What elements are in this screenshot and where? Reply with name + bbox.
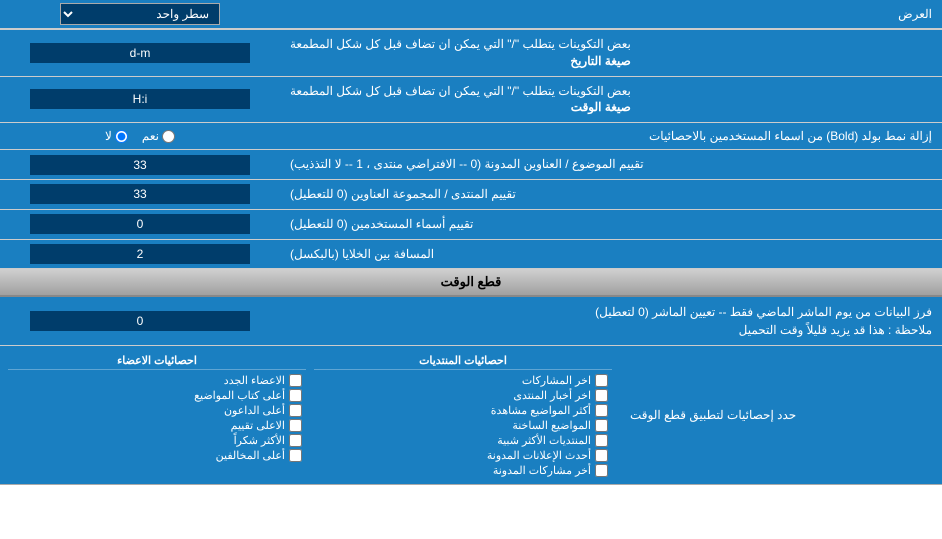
time-cutoff-row: فرز البيانات من يوم الماشر الماضي فقط --… — [0, 297, 942, 346]
time-cutoff-input[interactable] — [30, 311, 250, 331]
time-cutoff-section-header: قطع الوقت — [0, 269, 942, 297]
stats-apply-label: حدد إحصائيات لتطبيق قطع الوقت — [620, 346, 942, 484]
bold-remove-no-radio[interactable] — [115, 130, 128, 143]
stats-members-checkbox-4[interactable] — [289, 434, 302, 447]
cell-spacing-row: المسافة بين الخلايا (بالبكسل) — [0, 240, 942, 270]
stats-posts-checkbox-2[interactable] — [595, 404, 608, 417]
stats-members-label-4[interactable]: الأكثر شكراً — [234, 434, 285, 447]
display-label: العرض — [280, 2, 942, 26]
stats-grid-container: احصائيات المنتديات اخر المشاركات اخر أخب… — [0, 346, 620, 484]
stats-posts-label-1[interactable]: اخر أخبار المنتدى — [513, 389, 591, 402]
stats-section-row: حدد إحصائيات لتطبيق قطع الوقت احصائيات ا… — [0, 346, 942, 485]
display-header-row: العرض سطر واحدسطرانثلاثة أسطر — [0, 0, 942, 30]
stats-posts-checkbox-0[interactable] — [595, 374, 608, 387]
date-format-label: بعض التكوينات يتطلب "/" التي يمكن ان تضا… — [280, 30, 942, 76]
time-format-input[interactable] — [30, 89, 250, 109]
stats-members-item-4: الأكثر شكراً — [8, 433, 306, 448]
stats-posts-item-1: اخر أخبار المنتدى — [314, 388, 612, 403]
stats-posts-checkbox-3[interactable] — [595, 419, 608, 432]
stats-members-label-1[interactable]: أعلى كتاب المواضيع — [194, 389, 285, 402]
usernames-align-row: تقييم أسماء المستخدمين (0 للتعطيل) — [0, 210, 942, 240]
bold-remove-options: نعم لا — [0, 125, 280, 147]
time-format-label: بعض التكوينات يتطلب "/" التي يمكن ان تضا… — [280, 77, 942, 123]
forum-topic-align-input-wrap — [0, 150, 280, 179]
cell-spacing-input-wrap — [0, 240, 280, 269]
display-select[interactable]: سطر واحدسطرانثلاثة أسطر — [60, 3, 220, 25]
stats-members-col: احصائيات الاعضاء الاعضاء الجدد أعلى كتاب… — [8, 352, 306, 478]
stats-members-item-2: أعلى الداعون — [8, 403, 306, 418]
bold-remove-yes-label[interactable]: نعم — [142, 129, 175, 143]
stats-members-checkbox-2[interactable] — [289, 404, 302, 417]
main-container: العرض سطر واحدسطرانثلاثة أسطر بعض التكوي… — [0, 0, 942, 485]
forum-topic-align-row: تقييم الموضوع / العناوين المدونة (0 -- ا… — [0, 150, 942, 180]
stats-members-checkbox-3[interactable] — [289, 419, 302, 432]
date-format-input[interactable] — [30, 43, 250, 63]
forum-topic-align-input[interactable] — [30, 155, 250, 175]
stats-posts-label-2[interactable]: أكثر المواضيع مشاهدة — [491, 404, 591, 417]
cell-spacing-label: المسافة بين الخلايا (بالبكسل) — [280, 240, 942, 269]
bold-remove-row: إزالة نمط بولد (Bold) من اسماء المستخدمي… — [0, 123, 942, 150]
stats-members-label-5[interactable]: أعلى المخالفين — [216, 449, 285, 462]
time-cutoff-input-wrap — [0, 297, 280, 345]
stats-posts-label-0[interactable]: اخر المشاركات — [522, 374, 591, 387]
forum-group-align-input-wrap — [0, 180, 280, 209]
stats-members-checkbox-5[interactable] — [289, 449, 302, 462]
stats-posts-checkbox-4[interactable] — [595, 434, 608, 447]
stats-posts-checkbox-6[interactable] — [595, 464, 608, 477]
stats-members-label-3[interactable]: الاعلى تقييم — [231, 419, 285, 432]
stats-grid: احصائيات المنتديات اخر المشاركات اخر أخب… — [8, 352, 612, 478]
time-format-input-wrap — [0, 77, 280, 123]
stats-members-item-1: أعلى كتاب المواضيع — [8, 388, 306, 403]
stats-posts-label-4[interactable]: المنتديات الأكثر شبية — [497, 434, 591, 447]
stats-posts-col: احصائيات المنتديات اخر المشاركات اخر أخب… — [314, 352, 612, 478]
cell-spacing-input[interactable] — [30, 244, 250, 264]
stats-posts-item-2: أكثر المواضيع مشاهدة — [314, 403, 612, 418]
stats-posts-label-6[interactable]: أخر مشاركات المدونة — [493, 464, 591, 477]
stats-posts-item-6: أخر مشاركات المدونة — [314, 463, 612, 478]
bold-remove-label: إزالة نمط بولد (Bold) من اسماء المستخدمي… — [280, 123, 942, 149]
stats-members-item-0: الاعضاء الجدد — [8, 373, 306, 388]
forum-group-align-input[interactable] — [30, 184, 250, 204]
time-format-row: بعض التكوينات يتطلب "/" التي يمكن ان تضا… — [0, 77, 942, 124]
forum-group-align-label: تقييم المنتدى / المجموعة العناوين (0 للت… — [280, 180, 942, 209]
stats-posts-checkbox-1[interactable] — [595, 389, 608, 402]
display-select-wrap: سطر واحدسطرانثلاثة أسطر — [0, 0, 280, 28]
stats-members-col-title: احصائيات الاعضاء — [8, 352, 306, 370]
stats-posts-checkbox-5[interactable] — [595, 449, 608, 462]
forum-topic-align-label: تقييم الموضوع / العناوين المدونة (0 -- ا… — [280, 150, 942, 179]
stats-members-checkbox-1[interactable] — [289, 389, 302, 402]
bold-remove-no-label[interactable]: لا — [105, 129, 128, 143]
usernames-align-input[interactable] — [30, 214, 250, 234]
bold-remove-yes-radio[interactable] — [162, 130, 175, 143]
usernames-align-input-wrap — [0, 210, 280, 239]
stats-posts-label-3[interactable]: المواضيع الساخنة — [512, 419, 591, 432]
stats-members-checkbox-0[interactable] — [289, 374, 302, 387]
stats-posts-item-4: المنتديات الأكثر شبية — [314, 433, 612, 448]
forum-group-align-row: تقييم المنتدى / المجموعة العناوين (0 للت… — [0, 180, 942, 210]
date-format-row: بعض التكوينات يتطلب "/" التي يمكن ان تضا… — [0, 30, 942, 77]
stats-posts-label-5[interactable]: أحدث الإعلانات المدونة — [487, 449, 591, 462]
stats-members-label-0[interactable]: الاعضاء الجدد — [224, 374, 285, 387]
date-format-input-wrap — [0, 30, 280, 76]
stats-members-label-2[interactable]: أعلى الداعون — [224, 404, 285, 417]
time-cutoff-label: فرز البيانات من يوم الماشر الماضي فقط --… — [280, 297, 942, 345]
stats-posts-item-0: اخر المشاركات — [314, 373, 612, 388]
stats-members-item-5: أعلى المخالفين — [8, 448, 306, 463]
stats-posts-col-title: احصائيات المنتديات — [314, 352, 612, 370]
stats-members-item-3: الاعلى تقييم — [8, 418, 306, 433]
stats-posts-item-5: أحدث الإعلانات المدونة — [314, 448, 612, 463]
stats-posts-item-3: المواضيع الساخنة — [314, 418, 612, 433]
usernames-align-label: تقييم أسماء المستخدمين (0 للتعطيل) — [280, 210, 942, 239]
